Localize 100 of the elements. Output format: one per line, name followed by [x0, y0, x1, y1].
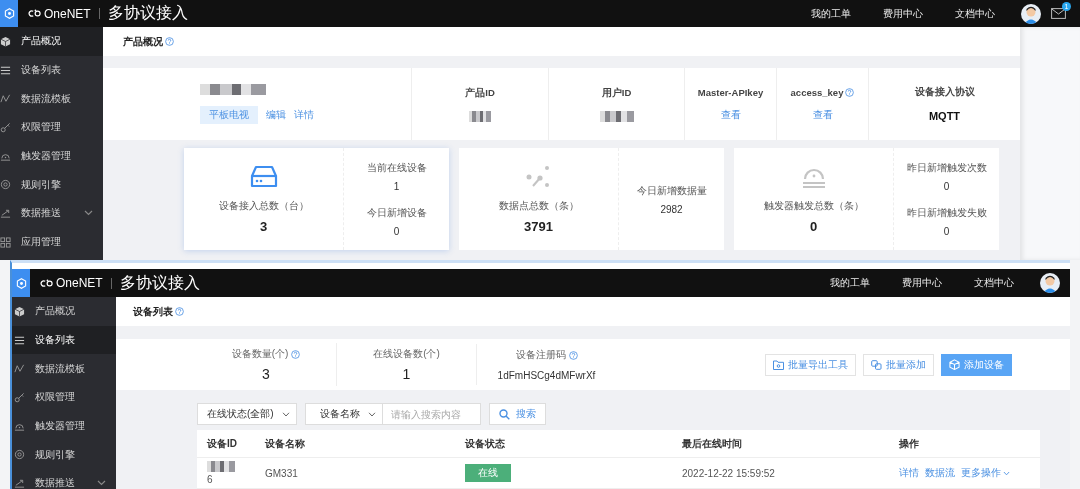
- upload-icon: [14, 477, 25, 489]
- hexagon-icon: [15, 277, 27, 289]
- sidebar-item[interactable]: 应用管理: [0, 227, 103, 257]
- summary-label: 设备注册码: [515, 348, 566, 362]
- summary-value: 1dFmHSCg4dMFwrXf: [497, 370, 596, 381]
- upload-icon: [0, 207, 11, 219]
- more-actions-link[interactable]: 更多操作: [961, 466, 1010, 480]
- stat-value: 0: [943, 225, 950, 237]
- toolbar-button[interactable]: 批量添加: [863, 353, 934, 376]
- sidebar-item[interactable]: 规则引擎: [12, 440, 116, 470]
- table-cell-text: 2022-12-22 15:59:52: [682, 467, 776, 479]
- stat-card[interactable]: 触发器触发总数（条） 0 昨日新增触发次数 0 昨日新增触发失败 0: [734, 148, 999, 250]
- view-link[interactable]: 查看: [812, 108, 833, 122]
- top-nav-link[interactable]: 我的工单: [795, 6, 867, 21]
- product-name: 多协议接入: [119, 272, 200, 293]
- stat-value: 0: [393, 225, 400, 237]
- stat-label: 当前在线设备: [366, 161, 427, 176]
- info-label: 用户ID: [601, 86, 632, 100]
- menu-lines-icon: [14, 334, 25, 346]
- stat-card[interactable]: 数据点总数（条） 3791 今日新增数据量 2982: [459, 148, 724, 250]
- top-nav-link[interactable]: 我的工单: [814, 276, 886, 290]
- sidebar-item[interactable]: 设备列表: [0, 55, 103, 85]
- sidebar-item[interactable]: 设备列表: [12, 325, 116, 355]
- sidebar-item[interactable]: 产品概况: [0, 27, 103, 56]
- summary-label: 在线设备数(个): [373, 347, 440, 361]
- action-link[interactable]: 详情: [899, 466, 919, 480]
- menu-lines-icon: [0, 64, 11, 76]
- protocol-value: MQTT: [928, 110, 961, 122]
- key-icon: [14, 391, 25, 403]
- text-link[interactable]: 编辑: [266, 108, 286, 122]
- ring-icon: [14, 449, 25, 461]
- sidebar-item[interactable]: 产品概况: [12, 297, 116, 326]
- stat-label: 设备接入总数（台）: [218, 198, 309, 213]
- grid-icon: [0, 236, 11, 248]
- help-icon[interactable]: [165, 37, 174, 46]
- key-icon: [0, 121, 11, 133]
- help-icon[interactable]: [175, 307, 184, 316]
- link-icon: [871, 359, 882, 370]
- toolbar-button[interactable]: 批量导出工具: [765, 353, 856, 376]
- help-icon[interactable]: [291, 349, 301, 359]
- sidebar-item[interactable]: 触发器管理: [12, 411, 116, 441]
- user-avatar[interactable]: [1021, 3, 1041, 24]
- text-link[interactable]: 详情: [294, 108, 314, 122]
- page-title: 产品概况: [123, 34, 163, 49]
- folder-icon: [773, 359, 784, 370]
- cube-icon: [0, 35, 11, 47]
- logo-rings-icon: [40, 278, 54, 288]
- blurred-value: [599, 110, 634, 122]
- column-header: 最后在线时间: [682, 436, 743, 451]
- info-label: access_key: [790, 86, 844, 98]
- mail-icon[interactable]: [1051, 8, 1066, 19]
- sidebar-item[interactable]: 数据推送: [12, 469, 116, 489]
- page-title: 设备列表: [133, 304, 173, 319]
- brand-name: OneNET: [56, 276, 103, 290]
- search-field[interactable]: 请输入搜索内容: [382, 403, 481, 425]
- info-label: Master-APIkey: [697, 86, 764, 98]
- column-header: 设备状态: [465, 436, 506, 451]
- app-switcher-button[interactable]: [0, 0, 18, 27]
- chevron-down-icon: [1003, 470, 1010, 476]
- stat-label: 今日新增数据量: [636, 183, 707, 198]
- top-nav-link[interactable]: 费用中心: [886, 276, 958, 290]
- status-dropdown[interactable]: 在线状态(全部): [197, 403, 297, 425]
- sidebar-item[interactable]: 权限管理: [12, 383, 116, 412]
- stat-value: 3791: [524, 218, 553, 234]
- stat-value: 1: [393, 181, 400, 193]
- sidebar-item[interactable]: 数据流模板: [12, 354, 116, 384]
- summary-value: 1: [402, 366, 411, 382]
- line-chart-icon: [0, 93, 11, 105]
- stat-label: 昨日新增触发失败: [906, 205, 987, 220]
- top-nav-link[interactable]: 费用中心: [867, 6, 939, 21]
- help-icon[interactable]: [568, 350, 578, 360]
- top-nav-link[interactable]: 文档中心: [939, 6, 1011, 21]
- action-link[interactable]: 数据流: [925, 466, 955, 480]
- cube-icon: [949, 359, 960, 370]
- sidebar-item[interactable]: 数据流模板: [0, 84, 103, 114]
- view-link[interactable]: 查看: [720, 108, 741, 122]
- chevron-down-icon: [367, 411, 376, 417]
- sidebar-item[interactable]: 规则引擎: [0, 170, 103, 200]
- search-button[interactable]: 搜索: [488, 403, 546, 425]
- sidebar-item[interactable]: 数据推送: [0, 199, 103, 228]
- stat-label: 昨日新增触发次数: [906, 161, 987, 176]
- top-nav-link[interactable]: 文档中心: [958, 276, 1030, 290]
- drive-icon: [249, 164, 278, 189]
- field-dropdown[interactable]: 设备名称: [304, 403, 383, 425]
- stat-value: 3: [259, 218, 268, 234]
- user-avatar[interactable]: [1040, 273, 1060, 293]
- stat-card[interactable]: 设备接入总数（台） 3 当前在线设备 1 今日新增设备 0: [184, 148, 449, 250]
- help-icon[interactable]: [845, 87, 855, 97]
- stat-value: 2982: [660, 203, 683, 215]
- chevron-down-icon: [281, 411, 290, 417]
- hexagon-icon: [3, 8, 15, 19]
- sidebar-item[interactable]: 权限管理: [0, 113, 103, 142]
- app-switcher-button[interactable]: [12, 269, 30, 297]
- stat-label: 今日新增设备: [366, 205, 427, 220]
- summary-value: 3: [262, 366, 270, 382]
- search-icon: [498, 408, 510, 420]
- column-header: 操作: [899, 436, 920, 451]
- sidebar-item[interactable]: 触发器管理: [0, 141, 103, 171]
- info-label: 产品ID: [465, 86, 495, 100]
- stat-label: 触发器触发总数（条）: [763, 198, 864, 213]
